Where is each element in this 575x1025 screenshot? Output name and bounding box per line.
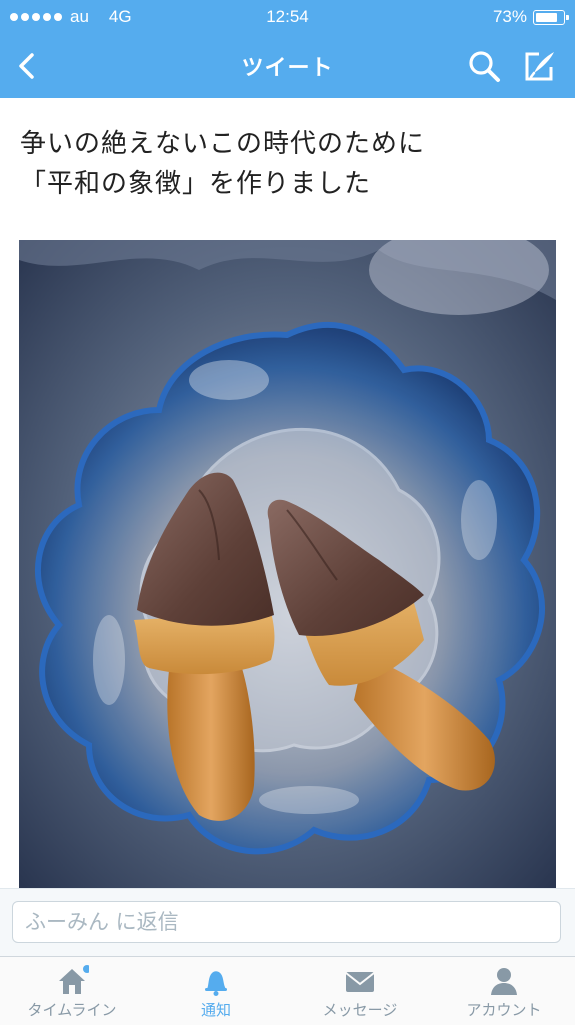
notification-dot-icon [83, 965, 89, 973]
status-time: 12:54 [266, 7, 309, 26]
tab-notifications[interactable]: 通知 [144, 957, 288, 1025]
tweet-text-line: 争いの絶えないこの時代のために [20, 129, 426, 159]
envelope-icon [345, 972, 375, 992]
search-button[interactable] [466, 48, 502, 84]
tab-label: アカウント [466, 1001, 542, 1019]
tab-label: 通知 [200, 1001, 231, 1019]
battery-percent: 73% [492, 7, 527, 26]
person-icon [491, 968, 517, 995]
compose-icon [525, 52, 554, 81]
bell-icon [205, 971, 227, 996]
compose-button[interactable] [521, 48, 557, 84]
search-icon [469, 51, 500, 82]
photo-image [19, 240, 556, 888]
tab-timeline[interactable]: タイムライン [0, 957, 144, 1025]
tweet-text-line: 「平和の象徴」を作りました [20, 169, 372, 199]
navigation-bar: ツイート [0, 34, 575, 98]
reply-bar: ふーみん に返信 [0, 888, 575, 957]
reply-input[interactable]: ふーみん に返信 [12, 901, 561, 943]
status-bar: au 4G 12:54 73% [0, 0, 575, 34]
battery-icon [533, 9, 569, 25]
status-right: 73% [492, 7, 569, 27]
home-icon [59, 965, 89, 994]
tab-messages[interactable]: メッセージ [288, 957, 432, 1025]
tweet-photo[interactable] [19, 240, 556, 888]
tab-label: タイムライン [27, 1001, 117, 1019]
tab-bar: タイムライン 通知 メッセージ アカウント [0, 956, 575, 1025]
tab-account[interactable]: アカウント [432, 957, 575, 1025]
tab-label: メッセージ [322, 1001, 398, 1019]
tweet-text: 争いの絶えないこの時代のために 「平和の象徴」を作りました [20, 124, 555, 204]
